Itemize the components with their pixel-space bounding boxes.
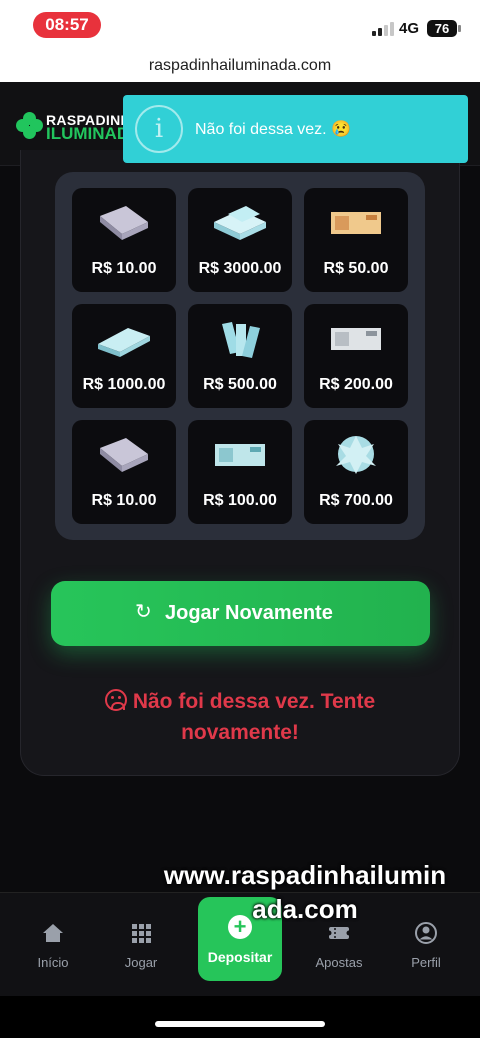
play-again-button[interactable]: ↻ Jogar Novamente	[51, 581, 430, 646]
nav-label: Apostas	[315, 955, 363, 970]
prize-tile: R$ 50.00	[304, 188, 408, 292]
prize-tile: R$ 500.00	[188, 304, 292, 408]
info-icon: i	[135, 105, 183, 153]
prize-amount: R$ 10.00	[91, 492, 157, 509]
prize-tile: R$ 200.00	[304, 304, 408, 408]
watermark-text: www.raspadinhailumin ada.com	[140, 858, 470, 926]
money-stack-icon	[98, 328, 150, 357]
network-type: 4G	[399, 20, 420, 37]
nav-label: Perfil	[411, 955, 441, 970]
status-bar: 08:57 4G 76	[0, 0, 480, 52]
refresh-icon: ↻	[135, 601, 152, 623]
prize-tile: R$ 1000.00	[72, 304, 176, 408]
nav-item-jogar[interactable]: Jogar	[101, 921, 181, 970]
result-line-1: Não foi dessa vez. Tente	[132, 690, 376, 713]
nav-item-perfil[interactable]: Perfil	[386, 921, 466, 970]
battery-tip	[458, 25, 461, 32]
toast-notification[interactable]: i Não foi dessa vez. 😢	[123, 95, 468, 163]
prize-amount: R$ 1000.00	[82, 376, 166, 393]
result-message: Não foi dessa vez. Tente novamente!	[60, 686, 420, 748]
prize-amount: R$ 700.00	[319, 492, 393, 509]
prize-amount: R$ 200.00	[319, 376, 393, 393]
banknote-icon	[331, 212, 381, 234]
watermark-line-2: ada.com	[252, 894, 358, 924]
prize-amount: R$ 3000.00	[198, 260, 282, 277]
nav-item-inicio[interactable]: Início	[13, 921, 93, 970]
home-indicator[interactable]	[155, 1021, 325, 1027]
prize-tile: R$ 700.00	[304, 420, 408, 524]
prize-tile: R$ 100.00	[188, 420, 292, 524]
watermark-line-1: www.raspadinhailumin	[163, 860, 447, 890]
banknote-icon	[215, 444, 265, 466]
scratch-grid: R$ 10.00 R$ 3000.00 R$ 50.00 R$ 1000.00	[55, 172, 425, 540]
money-stack-icon	[100, 438, 148, 472]
money-pile-icon	[336, 436, 376, 474]
home-icon	[43, 924, 63, 942]
result-line-2: novamente!	[181, 721, 299, 744]
nav-label: Início	[37, 955, 69, 970]
money-stack-icon	[100, 206, 148, 240]
sad-face-icon	[104, 689, 127, 711]
prize-amount: R$ 100.00	[203, 492, 277, 509]
banknote-icon	[331, 328, 381, 350]
prize-tile: R$ 3000.00	[188, 188, 292, 292]
prize-tile: R$ 10.00	[72, 188, 176, 292]
prize-amount: R$ 50.00	[323, 260, 389, 277]
battery-icon: 76	[427, 20, 457, 37]
toast-message: Não foi dessa vez. 😢	[195, 121, 351, 138]
prize-tile: R$ 10.00	[72, 420, 176, 524]
nav-label: Jogar	[124, 955, 158, 970]
clover-icon	[16, 112, 44, 140]
play-again-label: Jogar Novamente	[165, 602, 333, 624]
deposit-label: Depositar	[207, 949, 273, 965]
clock: 08:57	[33, 12, 101, 38]
signal-icon	[372, 20, 394, 36]
nav-item-apostas[interactable]: Apostas	[299, 921, 379, 970]
money-stack-icon	[214, 206, 266, 240]
url-bar[interactable]: raspadinhailuminada.com	[0, 52, 480, 82]
money-fan-icon	[222, 322, 260, 358]
prize-amount: R$ 10.00	[91, 260, 157, 277]
prize-amount: R$ 500.00	[203, 376, 277, 393]
home-bar-area	[0, 996, 480, 1038]
